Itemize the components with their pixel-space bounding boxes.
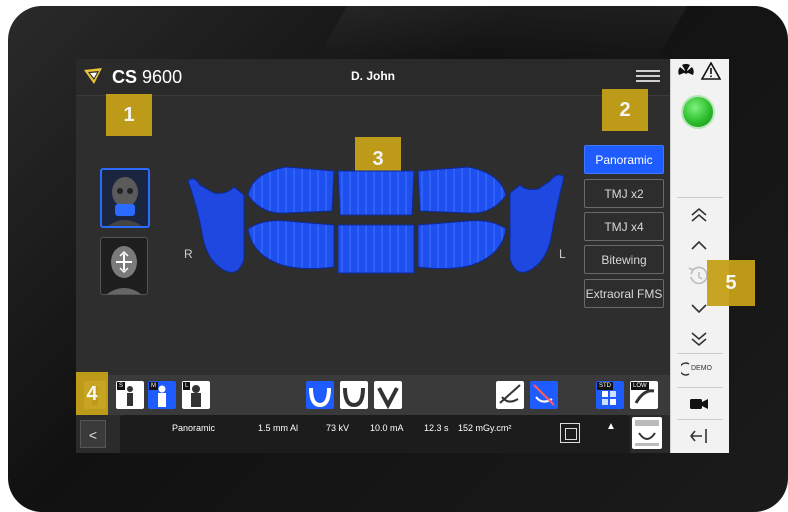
no-bite-block-icon bbox=[533, 384, 555, 406]
arch-v-icon bbox=[377, 387, 399, 410]
panel-divider bbox=[677, 353, 723, 354]
panel-divider bbox=[677, 387, 723, 388]
double-chevron-down-icon[interactable] bbox=[689, 331, 709, 347]
size-tag-s: S bbox=[117, 382, 126, 390]
dental-arch-diagram[interactable] bbox=[186, 159, 566, 319]
std-resolution-button[interactable]: STD bbox=[596, 381, 624, 409]
info-time: 12.3 s bbox=[424, 423, 449, 433]
expand-up-arrow[interactable]: ▲ bbox=[606, 421, 616, 432]
left-mandible-region bbox=[187, 178, 245, 273]
patient-name: D. John bbox=[351, 69, 395, 83]
main-screen: CS 9600 D. John 1 2 3 R L Panoramic TMJ … bbox=[76, 59, 670, 453]
hamburger-menu-icon[interactable] bbox=[636, 70, 660, 84]
head-view-alignment-button[interactable] bbox=[100, 237, 148, 295]
header-bar: CS 9600 D. John bbox=[76, 59, 670, 96]
panel-divider bbox=[677, 197, 723, 198]
upper-right-molars bbox=[247, 166, 335, 214]
exam-type-bitewing-button[interactable]: Bitewing bbox=[584, 245, 664, 274]
exposure-parameters-panel: Panoramic 1.5 mm Al 73 kV 10.0 mA 12.3 s… bbox=[120, 415, 630, 453]
ready-status-button[interactable] bbox=[683, 97, 713, 127]
bite-block-button[interactable] bbox=[496, 381, 524, 409]
no-bite-block-button[interactable] bbox=[530, 381, 558, 409]
info-filtration: 1.5 mm Al bbox=[258, 423, 299, 433]
callout-4: 4 bbox=[76, 372, 108, 416]
size-tag-l: L bbox=[183, 382, 191, 390]
acquisition-toolbar: S M L STD LOW bbox=[76, 375, 670, 415]
chevron-up-icon[interactable] bbox=[689, 239, 709, 251]
patient-size-large-button[interactable]: L bbox=[182, 381, 210, 409]
exam-type-tmj-x2-button[interactable]: TMJ x2 bbox=[584, 179, 664, 208]
exam-type-extraoral-fms-button[interactable]: Extraoral FMS bbox=[584, 279, 664, 308]
bite-block-icon bbox=[499, 384, 521, 404]
info-dose: 152 mGy.cm² bbox=[458, 423, 512, 433]
arch-u-icon bbox=[343, 387, 365, 408]
exit-icon[interactable] bbox=[689, 427, 709, 445]
lower-front-teeth bbox=[337, 224, 415, 274]
exposure-info-bar: < Panoramic 1.5 mm Al 73 kV 10.0 mA 12.3… bbox=[76, 415, 670, 453]
smart-auto-pan-icon bbox=[635, 420, 659, 446]
size-tag-m: M bbox=[149, 382, 158, 390]
lower-right-molars bbox=[247, 220, 335, 270]
warning-icon[interactable] bbox=[701, 62, 721, 80]
panel-divider bbox=[677, 419, 723, 420]
skull-icon bbox=[108, 177, 142, 226]
exam-type-panoramic-button[interactable]: Panoramic bbox=[584, 145, 664, 174]
double-chevron-up-icon[interactable] bbox=[689, 207, 709, 223]
head-view-frontal-button[interactable] bbox=[100, 168, 150, 228]
right-control-panel: DEMO bbox=[670, 59, 729, 453]
low-tag: LOW bbox=[631, 382, 649, 390]
camera-icon[interactable] bbox=[689, 397, 709, 411]
callout-1: 1 bbox=[106, 94, 152, 136]
head-alignment-icon bbox=[107, 246, 141, 294]
arch-shape-narrow-button[interactable] bbox=[306, 381, 334, 409]
arch-shape-normal-button[interactable] bbox=[340, 381, 368, 409]
screen-glare bbox=[312, 6, 688, 66]
info-voltage: 73 kV bbox=[326, 423, 350, 433]
chevron-down-icon[interactable] bbox=[689, 303, 709, 315]
info-current: 10.0 mA bbox=[370, 423, 404, 433]
arch-shape-wide-button[interactable] bbox=[374, 381, 402, 410]
info-exam-type: Panoramic bbox=[172, 423, 216, 433]
upper-left-molars bbox=[417, 166, 507, 214]
low-dose-button[interactable]: LOW bbox=[630, 381, 658, 409]
lower-left-molars bbox=[417, 220, 507, 270]
callout-2: 2 bbox=[602, 89, 648, 131]
patient-size-small-button[interactable]: S bbox=[116, 381, 144, 409]
radiation-icon bbox=[678, 63, 694, 75]
patient-size-medium-button[interactable]: M bbox=[148, 381, 176, 409]
callout-5: 5 bbox=[707, 260, 755, 306]
frame-icon[interactable] bbox=[560, 423, 580, 443]
smart-auto-button[interactable] bbox=[632, 417, 662, 449]
back-button[interactable]: < bbox=[80, 420, 106, 448]
upper-front-teeth bbox=[337, 170, 415, 216]
arch-u-icon bbox=[309, 387, 331, 408]
exam-type-tmj-x4-button[interactable]: TMJ x4 bbox=[584, 212, 664, 241]
demo-label: DEMO bbox=[691, 365, 712, 372]
right-mandible-region bbox=[509, 174, 565, 273]
std-tag: STD bbox=[597, 382, 613, 390]
